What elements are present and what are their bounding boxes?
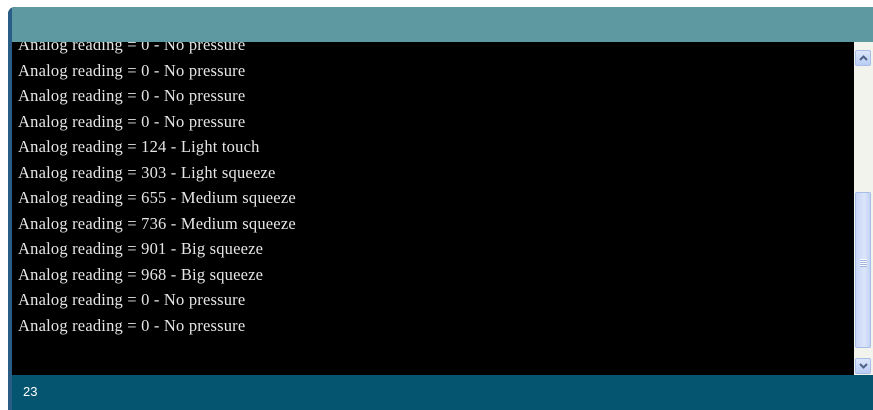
console-line: Analog reading = 901 - Big squeeze — [18, 239, 264, 258]
console-line: Analog reading = 968 - Big squeeze — [18, 264, 264, 284]
console-line: Analog reading = 655 - Medium squeeze — [18, 188, 296, 207]
console-line: Analog reading = 0 - No pressure — [18, 42, 246, 54]
console-line: Analog reading = 0 - No pressure — [18, 315, 246, 335]
console-line: Analog reading = 303 - Light squeeze — [18, 162, 276, 182]
window-left-border — [8, 7, 12, 410]
console-line: Analog reading = 124 - Light touch — [18, 137, 260, 156]
grip-icon — [860, 259, 867, 267]
chevron-up-icon — [859, 55, 868, 61]
console-line: Analog reading = 0 - No pressure — [18, 111, 246, 131]
serial-output-console[interactable]: Analog reading = 0 - No pressure Analog … — [12, 42, 854, 375]
console-line: Analog reading = 0 - No pressure — [18, 86, 246, 105]
line-number-indicator: 23 — [23, 384, 38, 399]
scroll-thumb[interactable] — [855, 192, 871, 348]
console-line: Analog reading = 0 - No pressure — [18, 290, 246, 309]
status-bar: 23 — [8, 375, 873, 410]
title-bar — [8, 7, 873, 42]
scroll-up-button[interactable] — [855, 50, 871, 66]
console-line: Analog reading = 736 - Medium squeeze — [18, 213, 296, 233]
serial-monitor-window: Analog reading = 0 - No pressure Analog … — [8, 7, 873, 410]
chevron-down-icon — [859, 363, 868, 369]
console-line-list: Analog reading = 0 - No pressure Analog … — [18, 42, 296, 338]
scroll-down-button[interactable] — [855, 358, 871, 374]
console-line: Analog reading = 0 - No pressure — [18, 60, 246, 80]
vertical-scrollbar[interactable] — [854, 42, 873, 375]
